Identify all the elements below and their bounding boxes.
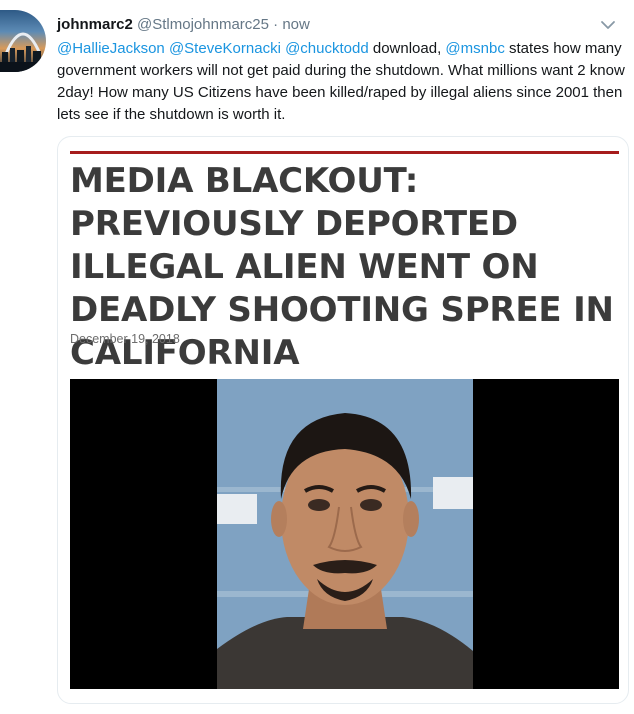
header-rule bbox=[70, 151, 619, 154]
mention-link[interactable]: @SteveKornacki bbox=[169, 40, 281, 57]
attached-image-card[interactable]: MEDIA BLACKOUT: PREVIOUSLY DEPORTED ILLE… bbox=[57, 136, 629, 704]
tweet-text: @HallieJackson @SteveKornacki @chucktodd… bbox=[57, 38, 625, 126]
mugshot-photo bbox=[217, 379, 473, 689]
mention-link[interactable]: @HallieJackson bbox=[57, 40, 165, 57]
article-date: December 19, 2018 bbox=[70, 332, 180, 346]
chevron-down-icon[interactable] bbox=[600, 18, 616, 30]
user-handle[interactable]: @Stlmojohnmarc25 bbox=[137, 16, 269, 33]
mention-link[interactable]: @msnbc bbox=[445, 40, 504, 57]
mention-link[interactable]: @chucktodd bbox=[285, 40, 369, 57]
mugshot-image bbox=[70, 379, 619, 689]
tweet-header: johnmarc2 @Stlmojohnmarc25 · now bbox=[57, 14, 614, 36]
avatar[interactable] bbox=[0, 10, 46, 72]
display-name[interactable]: johnmarc2 bbox=[57, 16, 133, 33]
separator-dot: · bbox=[273, 16, 279, 33]
timestamp[interactable]: now bbox=[282, 16, 310, 33]
tweet-text-part1: download, bbox=[368, 40, 446, 57]
